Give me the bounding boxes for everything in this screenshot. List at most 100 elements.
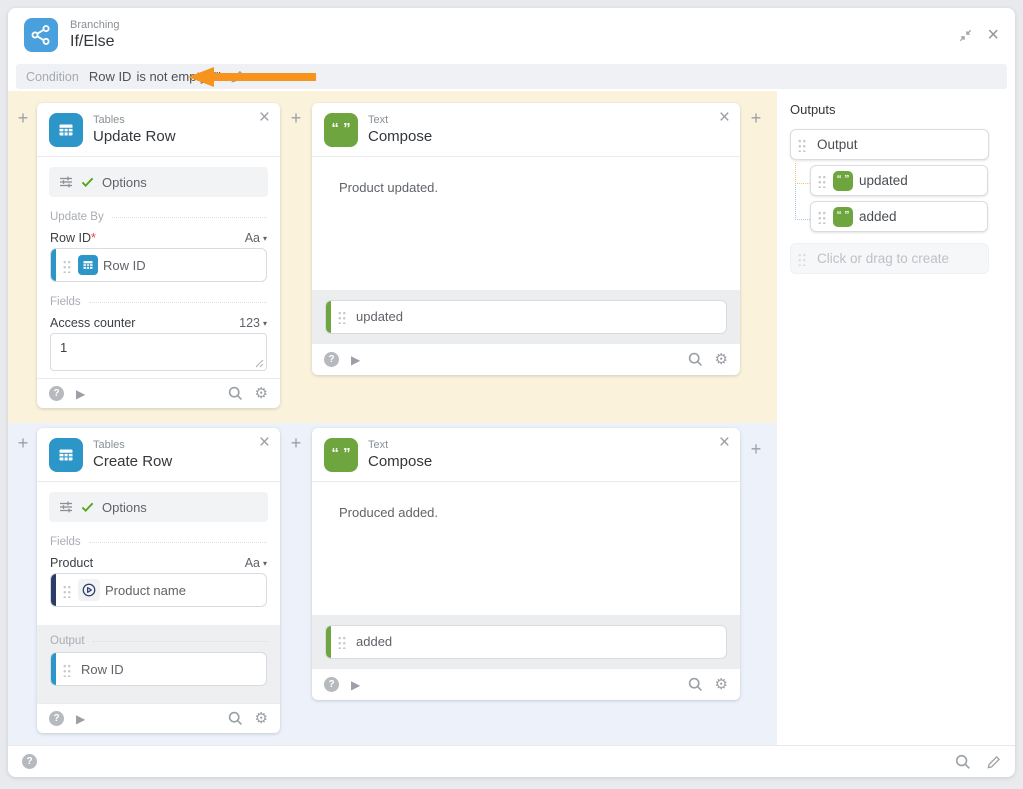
section-fields: Fields bbox=[50, 536, 267, 548]
pill-color-bar bbox=[51, 653, 56, 685]
output-child-pill-updated[interactable]: “ ” updated bbox=[810, 165, 988, 196]
field-type-dropdown[interactable]: Aa▾ bbox=[245, 556, 267, 570]
compose-text[interactable]: Product updated. bbox=[312, 157, 740, 218]
help-icon[interactable]: ? bbox=[324, 677, 339, 692]
add-step-button[interactable]: + bbox=[747, 109, 765, 127]
tables-icon bbox=[49, 438, 83, 472]
output-pill-updated[interactable]: updated bbox=[325, 300, 727, 334]
run-step-icon[interactable]: ▶ bbox=[76, 712, 85, 726]
condition-bar[interactable]: Condition Row ID is not empty "" bbox=[16, 64, 1007, 89]
field-label-row-id: Row ID* bbox=[50, 231, 96, 245]
tables-icon bbox=[78, 255, 98, 275]
drag-handle-dots[interactable] bbox=[797, 137, 806, 152]
card-title: Update Row bbox=[93, 128, 176, 146]
drag-handle-dots bbox=[797, 251, 806, 266]
close-icon[interactable]: × bbox=[259, 107, 270, 129]
pill-label: Product name bbox=[105, 583, 186, 598]
card-title: Compose bbox=[368, 128, 432, 146]
search-icon[interactable] bbox=[228, 711, 243, 726]
card-header: Tables Update Row × bbox=[37, 103, 280, 157]
section-fields: Fields bbox=[50, 296, 267, 308]
annotation-arrow bbox=[188, 67, 316, 87]
field-label-access-counter: Access counter bbox=[50, 316, 135, 330]
run-step-icon[interactable]: ▶ bbox=[76, 387, 85, 401]
row-id-pill[interactable]: Row ID bbox=[50, 248, 267, 282]
close-icon[interactable]: × bbox=[259, 432, 270, 454]
pill-label: added bbox=[356, 634, 392, 649]
pill-color-bar bbox=[51, 574, 56, 606]
search-icon[interactable] bbox=[688, 677, 703, 692]
gear-icon[interactable]: ⚙ bbox=[255, 386, 268, 401]
section-output: Output bbox=[50, 635, 267, 647]
tables-icon bbox=[49, 113, 83, 147]
dotted-rule bbox=[89, 302, 267, 303]
update-row-card: Tables Update Row × Options Update By Ro… bbox=[37, 103, 280, 408]
pill-label: Row ID bbox=[81, 662, 124, 677]
card-header: “ ” Text Compose × bbox=[312, 103, 740, 157]
compose-card: “ ” Text Compose × Produced added. added… bbox=[312, 428, 740, 700]
compose-text[interactable]: Produced added. bbox=[312, 482, 740, 543]
add-step-button[interactable]: + bbox=[14, 434, 32, 452]
drag-handle-dots[interactable] bbox=[817, 209, 826, 224]
play-circle-icon bbox=[78, 579, 100, 601]
dotted-rule bbox=[112, 217, 267, 218]
output-child-pill-added[interactable]: “ ” added bbox=[810, 201, 988, 232]
field-type-dropdown[interactable]: 123▾ bbox=[239, 316, 267, 330]
row-id-output-pill[interactable]: Row ID bbox=[50, 652, 267, 686]
create-output-placeholder[interactable]: Click or drag to create bbox=[790, 243, 989, 274]
drag-handle-dots[interactable] bbox=[817, 173, 826, 188]
close-icon[interactable]: × bbox=[987, 27, 999, 43]
help-icon[interactable]: ? bbox=[49, 711, 64, 726]
output-pill-added[interactable]: added bbox=[325, 625, 727, 659]
add-step-button[interactable]: + bbox=[747, 440, 765, 458]
gear-icon[interactable]: ⚙ bbox=[715, 677, 728, 692]
access-counter-input[interactable]: 1 bbox=[50, 333, 267, 371]
add-step-button[interactable]: + bbox=[14, 109, 32, 127]
close-icon[interactable]: × bbox=[719, 107, 730, 129]
drag-handle-dots[interactable] bbox=[62, 258, 71, 273]
add-step-button[interactable]: + bbox=[287, 109, 305, 127]
drag-handle-dots[interactable] bbox=[62, 662, 71, 677]
options-button[interactable]: Options bbox=[49, 492, 268, 522]
drag-handle-dots[interactable] bbox=[337, 309, 346, 324]
help-icon[interactable]: ? bbox=[22, 754, 37, 769]
panel-category: Branching bbox=[70, 19, 120, 33]
run-step-icon[interactable]: ▶ bbox=[351, 353, 360, 367]
card-title: Compose bbox=[368, 453, 432, 471]
gear-icon[interactable]: ⚙ bbox=[255, 711, 268, 726]
text-quotes-icon: “ ” bbox=[324, 438, 358, 472]
pill-label: Output bbox=[817, 137, 858, 152]
run-step-icon[interactable]: ▶ bbox=[351, 678, 360, 692]
panel-title-block: Branching If/Else bbox=[70, 19, 120, 52]
close-icon[interactable]: × bbox=[719, 432, 730, 454]
text-quotes-icon: “ ” bbox=[324, 113, 358, 147]
collapse-icon[interactable] bbox=[958, 28, 973, 43]
help-icon[interactable]: ? bbox=[324, 352, 339, 367]
field-type-dropdown[interactable]: Aa▾ bbox=[245, 231, 267, 245]
product-pill[interactable]: Product name bbox=[50, 573, 267, 607]
search-icon[interactable] bbox=[955, 754, 971, 770]
options-button[interactable]: Options bbox=[49, 167, 268, 197]
edit-pencil-icon[interactable] bbox=[987, 755, 1001, 769]
options-label: Options bbox=[102, 175, 147, 190]
help-icon[interactable]: ? bbox=[49, 386, 64, 401]
dotted-rule bbox=[89, 542, 267, 543]
card-app-name: Text bbox=[368, 114, 432, 128]
add-step-button[interactable]: + bbox=[287, 434, 305, 452]
chevron-down-icon: ▾ bbox=[263, 559, 267, 568]
card-footer: ? ▶ ⚙ bbox=[37, 703, 280, 733]
outputs-panel: Outputs Output “ ” updated “ ” added Cli… bbox=[777, 90, 1015, 745]
pill-color-bar bbox=[326, 626, 331, 658]
output-root-pill[interactable]: Output bbox=[790, 129, 989, 160]
branching-icon bbox=[24, 18, 58, 52]
drag-handle-dots[interactable] bbox=[337, 634, 346, 649]
panel-title: If/Else bbox=[70, 32, 120, 51]
pill-label: updated bbox=[356, 309, 403, 324]
search-icon[interactable] bbox=[228, 386, 243, 401]
pill-label: Row ID bbox=[103, 258, 146, 273]
resize-handle[interactable] bbox=[255, 359, 264, 368]
gear-icon[interactable]: ⚙ bbox=[715, 352, 728, 367]
drag-handle-dots[interactable] bbox=[62, 583, 71, 598]
output-chip-band: added bbox=[312, 615, 740, 668]
search-icon[interactable] bbox=[688, 352, 703, 367]
